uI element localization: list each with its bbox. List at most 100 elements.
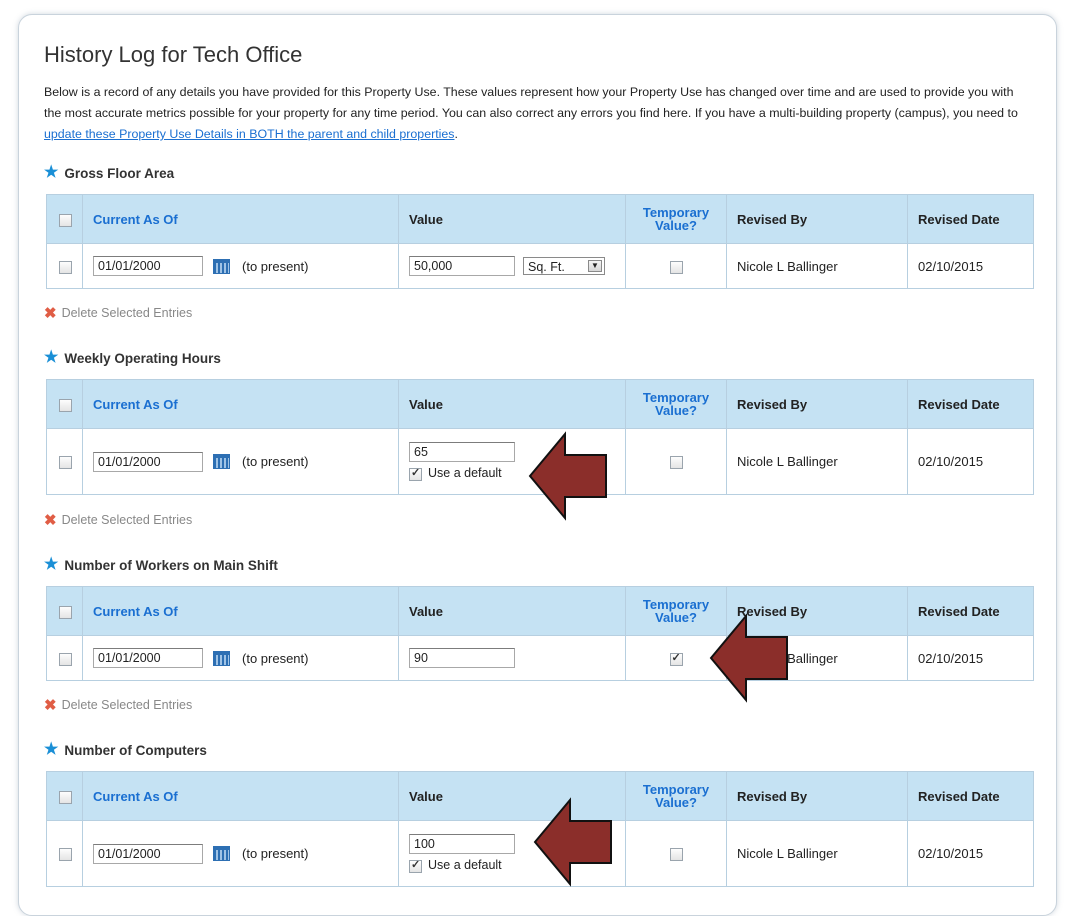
row-select-cell	[46, 820, 83, 887]
workers-main-shift-table: Current As Of Value Temporary Value? Rev…	[46, 586, 1034, 681]
value-input[interactable]: 65	[409, 442, 515, 463]
date-input[interactable]: 01/01/2000	[93, 256, 203, 276]
delete-selected-entries-button[interactable]: ✖ Delete Selected Entries	[44, 511, 192, 529]
unit-select-value: Sq. Ft.	[528, 260, 565, 274]
row-select-cell	[46, 635, 83, 681]
section-title-number-of-computers: ★ Number of Computers	[44, 742, 207, 758]
intro-end: .	[454, 127, 458, 141]
col-temporary-value[interactable]: Temporary Value?	[625, 771, 727, 821]
select-all-cell	[46, 771, 83, 821]
date-input[interactable]: 01/01/2000	[93, 648, 203, 668]
star-icon: ★	[44, 556, 59, 573]
temporary-value-checkbox[interactable]	[669, 651, 683, 666]
row-select-checkbox[interactable]	[59, 456, 72, 470]
use-default-checkbox[interactable]	[409, 466, 422, 481]
temporary-value-checkbox[interactable]	[669, 456, 683, 470]
select-all-checkbox[interactable]	[59, 605, 72, 619]
table-row: 01/01/2000(to present) 90 Nicole L Balli…	[46, 635, 1034, 681]
col-value: Value	[398, 194, 626, 244]
row-select-cell	[46, 243, 83, 289]
star-icon: ★	[44, 349, 59, 366]
col-revised-date: Revised Date	[907, 771, 1034, 821]
value-input[interactable]: 50,000	[409, 256, 515, 276]
delete-label: Delete Selected Entries	[61, 698, 193, 712]
temporary-cell	[625, 428, 727, 495]
value-input[interactable]: 100	[409, 834, 515, 855]
to-present-label: (to present)	[242, 650, 309, 666]
calendar-icon[interactable]	[213, 650, 230, 666]
section-label: Number of Computers	[64, 742, 207, 758]
to-present-label: (to present)	[242, 846, 309, 861]
calendar-icon[interactable]	[213, 258, 230, 274]
value-cell: 50,000 Sq. Ft. ▼	[398, 243, 626, 289]
revised-date-cell: 02/10/2015	[907, 820, 1034, 887]
revised-by-cell: Nicole L Ballinger	[726, 428, 908, 495]
gross-floor-area-table: Current As Of Value Temporary Value? Rev…	[46, 194, 1034, 289]
row-select-checkbox[interactable]	[59, 260, 72, 274]
revised-date-cell: 02/10/2015	[907, 243, 1034, 289]
section-label: Number of Workers on Main Shift	[64, 557, 278, 573]
calendar-icon[interactable]	[213, 846, 230, 861]
delete-x-icon: ✖	[44, 512, 57, 529]
section-title-gross-floor-area: ★ Gross Floor Area	[44, 165, 174, 181]
row-select-checkbox[interactable]	[59, 848, 72, 862]
select-all-checkbox[interactable]	[59, 213, 72, 227]
delete-x-icon: ✖	[44, 305, 57, 322]
annotation-arrow-left	[528, 431, 607, 521]
col-current-as-of[interactable]: Current As Of	[82, 586, 399, 636]
use-default-checkbox[interactable]	[409, 858, 422, 873]
current-as-of-cell: 01/01/2000 (to present)	[82, 820, 399, 887]
row-select-cell	[46, 428, 83, 495]
chevron-down-icon: ▼	[588, 260, 602, 272]
calendar-icon[interactable]	[213, 454, 230, 469]
col-revised-date: Revised Date	[907, 194, 1034, 244]
star-icon: ★	[44, 164, 59, 181]
col-revised-date: Revised Date	[907, 379, 1034, 429]
use-default-label: Use a default	[428, 466, 502, 481]
col-current-as-of[interactable]: Current As Of	[82, 194, 399, 244]
revised-date-cell: 02/10/2015	[907, 428, 1034, 495]
delete-x-icon: ✖	[44, 697, 57, 714]
current-as-of-cell: 01/01/2000 (to present)	[82, 428, 399, 495]
to-present-label: (to present)	[242, 258, 309, 274]
temporary-value-checkbox[interactable]	[669, 848, 683, 862]
unit-select[interactable]: Sq. Ft. ▼	[523, 257, 605, 275]
page-title: History Log for Tech Office	[44, 42, 303, 67]
table-row: 01/01/2000 (to present) 50,000 Sq. Ft. ▼ Ni…	[46, 243, 1034, 289]
col-temporary-value[interactable]: Temporary Value?	[625, 379, 727, 429]
temporary-cell	[625, 243, 727, 289]
temporary-value-checkbox[interactable]	[669, 260, 683, 274]
col-temporary-value[interactable]: Temporary Value?	[625, 194, 727, 244]
date-input[interactable]: 01/01/2000	[93, 843, 203, 864]
table-header: Current As Of Value Temporary Value? Rev…	[46, 379, 1034, 429]
temporary-cell	[625, 820, 727, 887]
table-header: Current As Of Value Temporary Value? Rev…	[46, 194, 1034, 244]
current-as-of-cell: 01/01/2000 (to present)	[82, 243, 399, 289]
value-input[interactable]: 90	[409, 648, 515, 668]
col-current-as-of[interactable]: Current As Of	[82, 379, 399, 429]
current-as-of-cell: 01/01/2000 (to present)	[82, 635, 399, 681]
col-value: Value	[398, 586, 626, 636]
delete-label: Delete Selected Entries	[61, 513, 193, 527]
revised-date-cell: 02/10/2015	[907, 635, 1034, 681]
date-input[interactable]: 01/01/2000	[93, 451, 203, 472]
row-select-checkbox[interactable]	[59, 652, 72, 666]
delete-selected-entries-button[interactable]: ✖ Delete Selected Entries	[44, 304, 192, 322]
table-header: Current As Of Value Temporary Value? Rev…	[46, 586, 1034, 636]
col-current-as-of[interactable]: Current As Of	[82, 771, 399, 821]
section-title-workers-main-shift: ★ Number of Workers on Main Shift	[44, 557, 278, 573]
select-all-cell	[46, 586, 83, 636]
select-all-checkbox[interactable]	[59, 398, 72, 412]
select-all-cell	[46, 379, 83, 429]
col-revised-by: Revised By	[726, 194, 908, 244]
delete-label: Delete Selected Entries	[61, 306, 193, 320]
update-parent-child-link[interactable]: update these Property Use Details in BOT…	[44, 127, 455, 141]
col-revised-by: Revised By	[726, 771, 908, 821]
value-cell: 90	[398, 635, 626, 681]
col-revised-by: Revised By	[726, 379, 908, 429]
revised-by-cell: Nicole L Ballinger	[726, 243, 908, 289]
col-revised-date: Revised Date	[907, 586, 1034, 636]
select-all-checkbox[interactable]	[59, 790, 72, 804]
col-value: Value	[398, 379, 626, 429]
delete-selected-entries-button[interactable]: ✖ Delete Selected Entries	[44, 696, 192, 714]
